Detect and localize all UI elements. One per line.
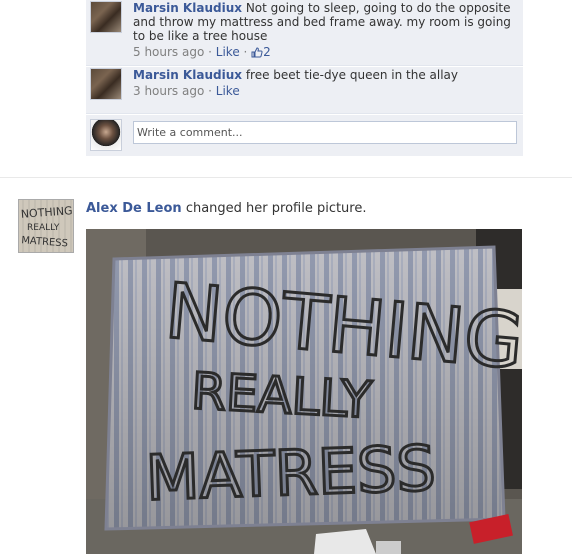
comment-text: free beet tie-dye queen in the allay — [245, 68, 459, 82]
commenter-avatar[interactable] — [90, 1, 122, 33]
commenter-avatar[interactable] — [90, 68, 122, 100]
comment: Marsin Klaudiux Not going to sleep, goin… — [86, 0, 523, 66]
story-header: Alex De Leon changed her profile picture… — [86, 201, 367, 217]
comment-body: Marsin Klaudiux free beet tie-dye queen … — [133, 68, 513, 98]
comment-meta: 3 hours ago · Like — [133, 84, 240, 98]
like-link[interactable]: Like — [216, 84, 240, 98]
like-link[interactable]: Like — [216, 45, 240, 59]
story-action-text: changed her profile picture. — [185, 201, 367, 216]
thumbs-up-icon — [251, 47, 263, 58]
current-user-avatar — [90, 119, 122, 151]
like-count[interactable]: 2 — [251, 45, 271, 59]
comment-author-link[interactable]: Marsin Klaudiux — [133, 1, 242, 15]
mattress-photo-image: NOTHING REALLY MATRESS — [86, 229, 522, 554]
comment-body: Marsin Klaudiux Not going to sleep, goin… — [133, 1, 513, 59]
profile-picture-photo[interactable]: NOTHING REALLY MATRESS — [86, 229, 522, 554]
comment-meta: 5 hours ago · Like · 2 — [133, 45, 271, 59]
mattress-thumbnail-image: NOTHING REALLY MATRESS — [19, 200, 73, 252]
like-count-value: 2 — [263, 45, 271, 59]
write-comment-row: Write a comment... — [86, 114, 523, 156]
comment-timestamp[interactable]: 5 hours ago — [133, 45, 204, 59]
comment-author-link[interactable]: Marsin Klaudiux — [133, 68, 242, 82]
comment-list: Marsin Klaudiux Not going to sleep, goin… — [86, 0, 523, 156]
story-author-avatar[interactable]: NOTHING REALLY MATRESS — [18, 199, 74, 253]
story-divider — [0, 177, 572, 178]
painted-text-line: REALLY — [190, 362, 373, 429]
painted-text-line: MATRESS — [145, 431, 437, 514]
comment-input[interactable]: Write a comment... — [133, 121, 517, 144]
thumbnail-text-line: REALLY — [27, 223, 60, 233]
story-author-link[interactable]: Alex De Leon — [86, 201, 182, 216]
comment: Marsin Klaudiux free beet tie-dye queen … — [86, 66, 523, 114]
comment-timestamp[interactable]: 3 hours ago — [133, 84, 204, 98]
